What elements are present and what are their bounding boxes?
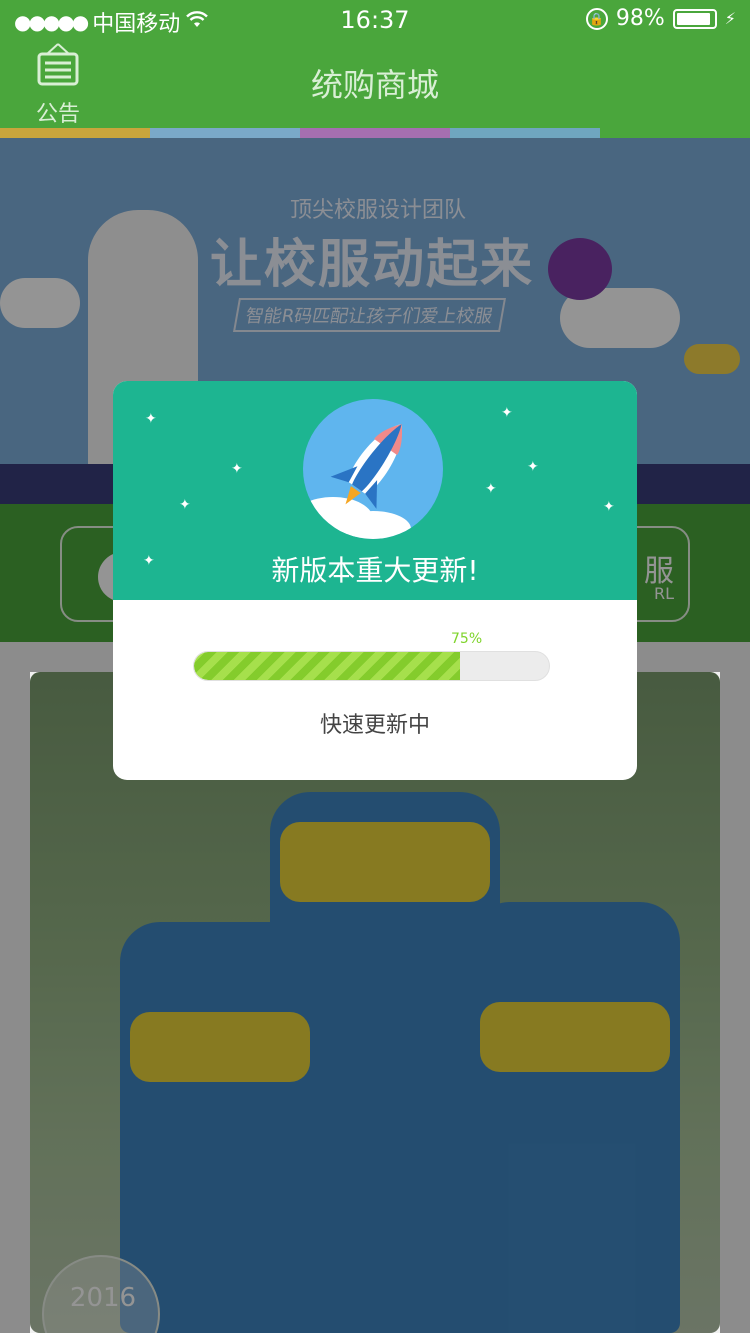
update-dialog-header: ✦ ✦ ✦ ✦ ✦ ✦ ✦ ✦ 新版本重大更新! — [113, 381, 637, 600]
rotation-lock-icon: 🔒 — [585, 7, 608, 30]
top-bar: ●●●●● 中国移动 16:37 🔒 98% ⚡ 公告 统购商城 — [0, 0, 750, 128]
page-title: 统购商城 — [310, 66, 439, 104]
star-decoration: ✦ — [527, 459, 539, 475]
status-bar: ●●●●● 中国移动 16:37 🔒 98% ⚡ — [0, 0, 750, 40]
update-dialog: ✦ ✦ ✦ ✦ ✦ ✦ ✦ ✦ 新版本重大更新! 75% 快速更新中 — [113, 381, 637, 780]
battery-percent: 98% — [615, 6, 665, 31]
progress-percent: 75% — [451, 631, 483, 647]
star-decoration: ✦ — [231, 461, 243, 477]
status-right: 🔒 98% ⚡ — [585, 6, 736, 31]
update-status-text: 快速更新中 — [319, 713, 430, 738]
rocket-icon — [303, 399, 443, 539]
navbar: 公告 统购商城 — [0, 40, 750, 128]
charging-icon: ⚡ — [724, 9, 736, 28]
star-decoration: ✦ — [145, 411, 157, 427]
page-overlay — [720, 642, 750, 1333]
star-decoration: ✦ — [179, 497, 191, 513]
star-decoration: ✦ — [485, 481, 497, 497]
star-decoration: ✦ — [603, 499, 615, 515]
progress-bar-fill — [194, 652, 461, 680]
page-overlay — [0, 642, 30, 1333]
progress-bar — [193, 651, 550, 681]
color-stripe — [0, 128, 750, 138]
star-decoration: ✦ — [501, 405, 513, 421]
battery-icon — [672, 8, 717, 29]
update-dialog-title: 新版本重大更新! — [271, 554, 479, 587]
